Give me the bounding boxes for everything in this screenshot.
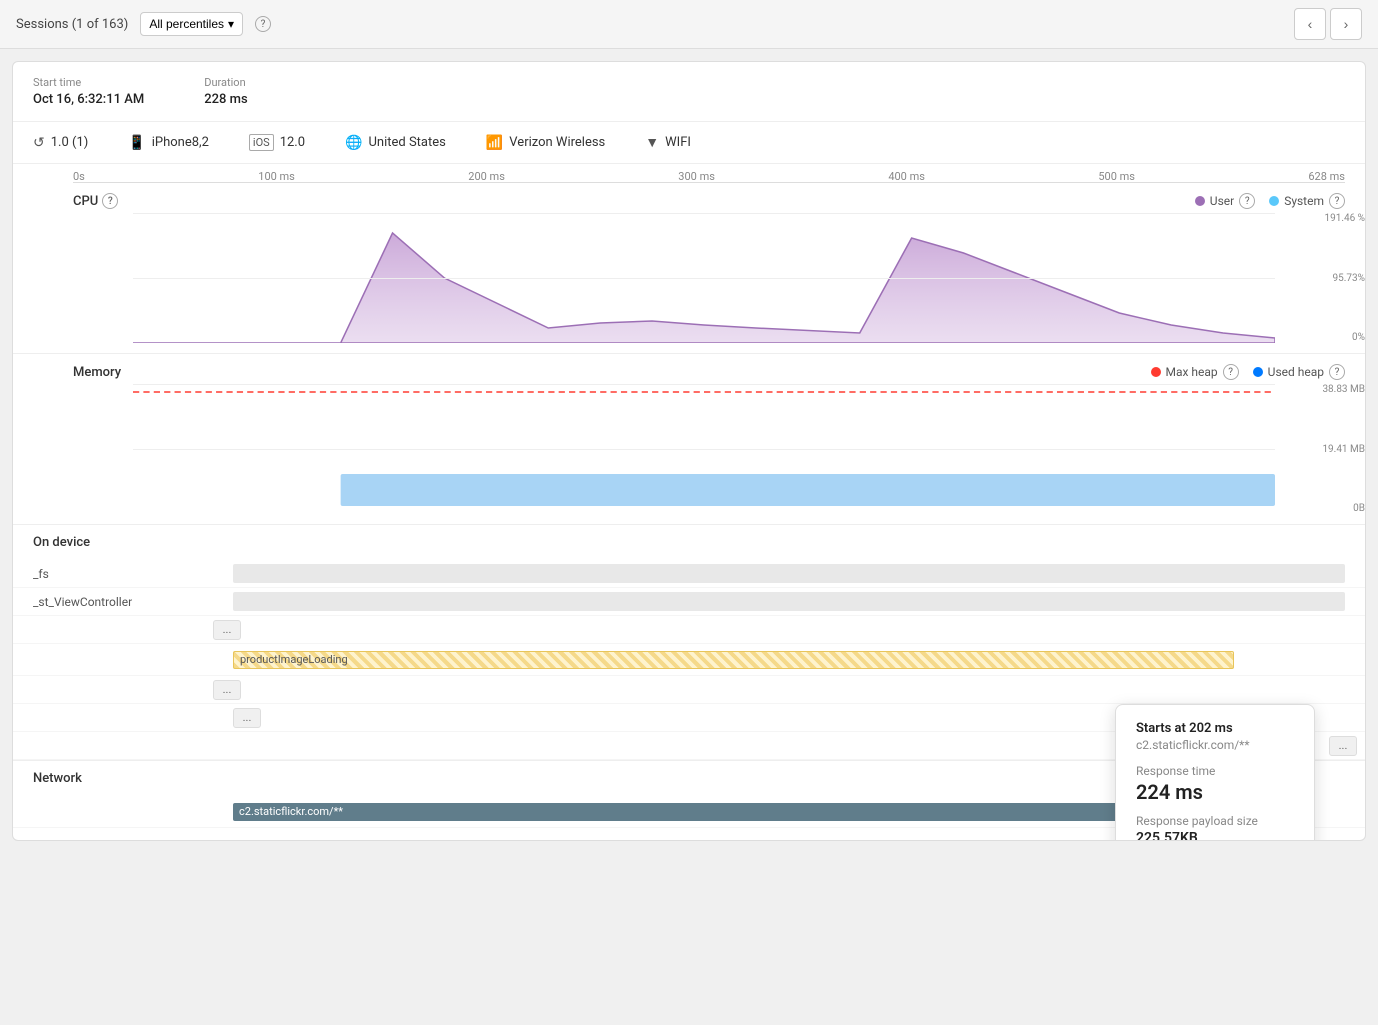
on-device-section: On device _fs _st_ViewController ... pro… bbox=[13, 525, 1365, 761]
tooltip-card: Starts at 202 ms c2.staticflickr.com/** … bbox=[1115, 704, 1315, 841]
trace-vc-bar bbox=[233, 588, 1345, 615]
trace-fs-bg bbox=[233, 564, 1345, 583]
user-dot bbox=[1195, 196, 1205, 206]
sessions-label: Sessions (1 of 163) bbox=[16, 17, 128, 32]
payload-value: 225.57KB bbox=[1136, 830, 1294, 841]
wifi-icon: ▼ bbox=[645, 134, 659, 151]
dots-btn-trailing[interactable]: ... bbox=[1329, 736, 1357, 756]
duration-field: Duration 228 ms bbox=[204, 76, 247, 107]
dots-btn-3[interactable]: ... bbox=[233, 708, 261, 728]
device-row: ↺ 1.0 (1) 📱 iPhone8,2 iOS 12.0 🌐 United … bbox=[13, 122, 1365, 164]
duration-value: 228 ms bbox=[204, 92, 247, 107]
tick-6: 628 ms bbox=[1308, 170, 1345, 183]
tick-3: 300 ms bbox=[678, 170, 715, 183]
globe-icon: 🌐 bbox=[345, 135, 362, 151]
cpu-yaxis: 191.46 % 95.73% 0% bbox=[1309, 213, 1365, 343]
trace-fs-bar bbox=[233, 560, 1345, 587]
prev-button[interactable]: ‹ bbox=[1294, 8, 1326, 40]
device-version: ↺ 1.0 (1) bbox=[33, 135, 88, 151]
cpu-chart-area bbox=[133, 213, 1275, 343]
memory-maxheap-legend: Max heap ? bbox=[1151, 364, 1239, 380]
percentile-dropdown[interactable]: All percentiles ▾ bbox=[140, 12, 243, 36]
trace-row-product: productImageLoading Starts at 202 ms c2.… bbox=[13, 644, 1365, 676]
memory-legend: Max heap ? Used heap ? bbox=[1151, 364, 1346, 380]
grid-line-top bbox=[133, 213, 1275, 214]
memory-title: Memory bbox=[73, 365, 121, 380]
version-icon: ↺ bbox=[33, 135, 45, 151]
memory-chart-area bbox=[133, 384, 1275, 514]
cpu-chart-wrapper: 191.46 % 95.73% 0% bbox=[13, 213, 1365, 353]
trace-fs-label: _fs bbox=[33, 567, 233, 581]
tick-0: 0s bbox=[73, 170, 85, 183]
device-model: 📱 iPhone8,2 bbox=[128, 135, 209, 151]
maxheap-dot bbox=[1151, 367, 1161, 377]
memory-chart-wrapper: 38.83 MB 19.41 MB 0B bbox=[13, 384, 1365, 524]
device-carrier: 📶 Verizon Wireless bbox=[486, 135, 605, 151]
trace-row-dots2: ... bbox=[13, 676, 1365, 704]
trace-row-fs: _fs bbox=[13, 560, 1365, 588]
mem-grid-top bbox=[133, 384, 1275, 385]
start-time-value: Oct 16, 6:32:11 AM bbox=[33, 92, 144, 107]
cpu-title: CPU ? bbox=[73, 193, 118, 209]
ios-icon: iOS bbox=[249, 134, 274, 151]
payload-label: Response payload size bbox=[1136, 814, 1294, 828]
response-time-label: Response time bbox=[1136, 764, 1294, 778]
product-bar-area: productImageLoading Starts at 202 ms c2.… bbox=[233, 644, 1345, 675]
help-icon[interactable]: ? bbox=[255, 16, 271, 32]
device-country: 🌐 United States bbox=[345, 135, 446, 151]
trace-vc-bg bbox=[233, 592, 1345, 611]
response-time-value: 224 ms bbox=[1136, 780, 1294, 804]
cpu-header: CPU ? User ? System ? bbox=[13, 183, 1365, 213]
cpu-section: CPU ? User ? System ? bbox=[13, 183, 1365, 354]
memory-yaxis: 38.83 MB 19.41 MB 0B bbox=[1309, 384, 1365, 514]
trace-row-dots1: ... bbox=[13, 616, 1365, 644]
memory-section: Memory Max heap ? Used heap ? bbox=[13, 354, 1365, 525]
system-dot bbox=[1269, 196, 1279, 206]
dots-btn-2[interactable]: ... bbox=[213, 680, 241, 700]
grid-line-mid bbox=[133, 278, 1275, 279]
top-bar: Sessions (1 of 163) All percentiles ▾ ? … bbox=[0, 0, 1378, 49]
session-header: Start time Oct 16, 6:32:11 AM Duration 2… bbox=[13, 62, 1365, 122]
usedheap-dot bbox=[1253, 367, 1263, 377]
tooltip-title: Starts at 202 ms bbox=[1136, 721, 1294, 736]
memory-header: Memory Max heap ? Used heap ? bbox=[13, 354, 1365, 384]
dots-btn-1[interactable]: ... bbox=[213, 620, 241, 640]
timeline-ruler: 0s 100 ms 200 ms 300 ms 400 ms 500 ms 62… bbox=[13, 164, 1365, 183]
cpu-legend: User ? System ? bbox=[1195, 193, 1345, 209]
trace-vc-label: _st_ViewController bbox=[33, 595, 233, 609]
signal-icon: 📶 bbox=[486, 135, 503, 151]
device-os: iOS 12.0 bbox=[249, 134, 305, 151]
tick-1: 100 ms bbox=[258, 170, 295, 183]
maxheap-help-icon[interactable]: ? bbox=[1223, 364, 1239, 380]
system-help-icon[interactable]: ? bbox=[1329, 193, 1345, 209]
tooltip-payload: Response payload size 225.57KB bbox=[1136, 814, 1294, 841]
cpu-user-legend: User ? bbox=[1195, 193, 1255, 209]
mem-grid-mid bbox=[133, 449, 1275, 450]
user-help-icon[interactable]: ? bbox=[1239, 193, 1255, 209]
trace-row-vc: _st_ViewController bbox=[13, 588, 1365, 616]
tooltip-subtitle: c2.staticflickr.com/** bbox=[1136, 738, 1294, 752]
tick-5: 500 ms bbox=[1098, 170, 1135, 183]
usedheap-help-icon[interactable]: ? bbox=[1329, 364, 1345, 380]
product-bar: productImageLoading bbox=[233, 651, 1234, 669]
duration-label: Duration bbox=[204, 76, 247, 89]
cpu-grid bbox=[133, 213, 1275, 343]
start-time-field: Start time Oct 16, 6:32:11 AM bbox=[33, 76, 144, 107]
tick-4: 400 ms bbox=[888, 170, 925, 183]
tooltip-response-time: Response time 224 ms bbox=[1136, 764, 1294, 804]
next-button[interactable]: › bbox=[1330, 8, 1362, 40]
network-bar: c2.staticflickr.com/** bbox=[233, 803, 1212, 821]
phone-icon: 📱 bbox=[128, 135, 145, 151]
device-network: ▼ WIFI bbox=[645, 134, 691, 151]
memory-grid bbox=[133, 384, 1275, 514]
cpu-system-legend: System ? bbox=[1269, 193, 1345, 209]
start-time-label: Start time bbox=[33, 76, 144, 89]
nav-buttons: ‹ › bbox=[1294, 8, 1362, 40]
memory-usedheap-legend: Used heap ? bbox=[1253, 364, 1345, 380]
main-card: Start time Oct 16, 6:32:11 AM Duration 2… bbox=[12, 61, 1366, 841]
cpu-help-icon[interactable]: ? bbox=[102, 193, 118, 209]
tick-2: 200 ms bbox=[468, 170, 505, 183]
on-device-title: On device bbox=[13, 525, 1365, 560]
